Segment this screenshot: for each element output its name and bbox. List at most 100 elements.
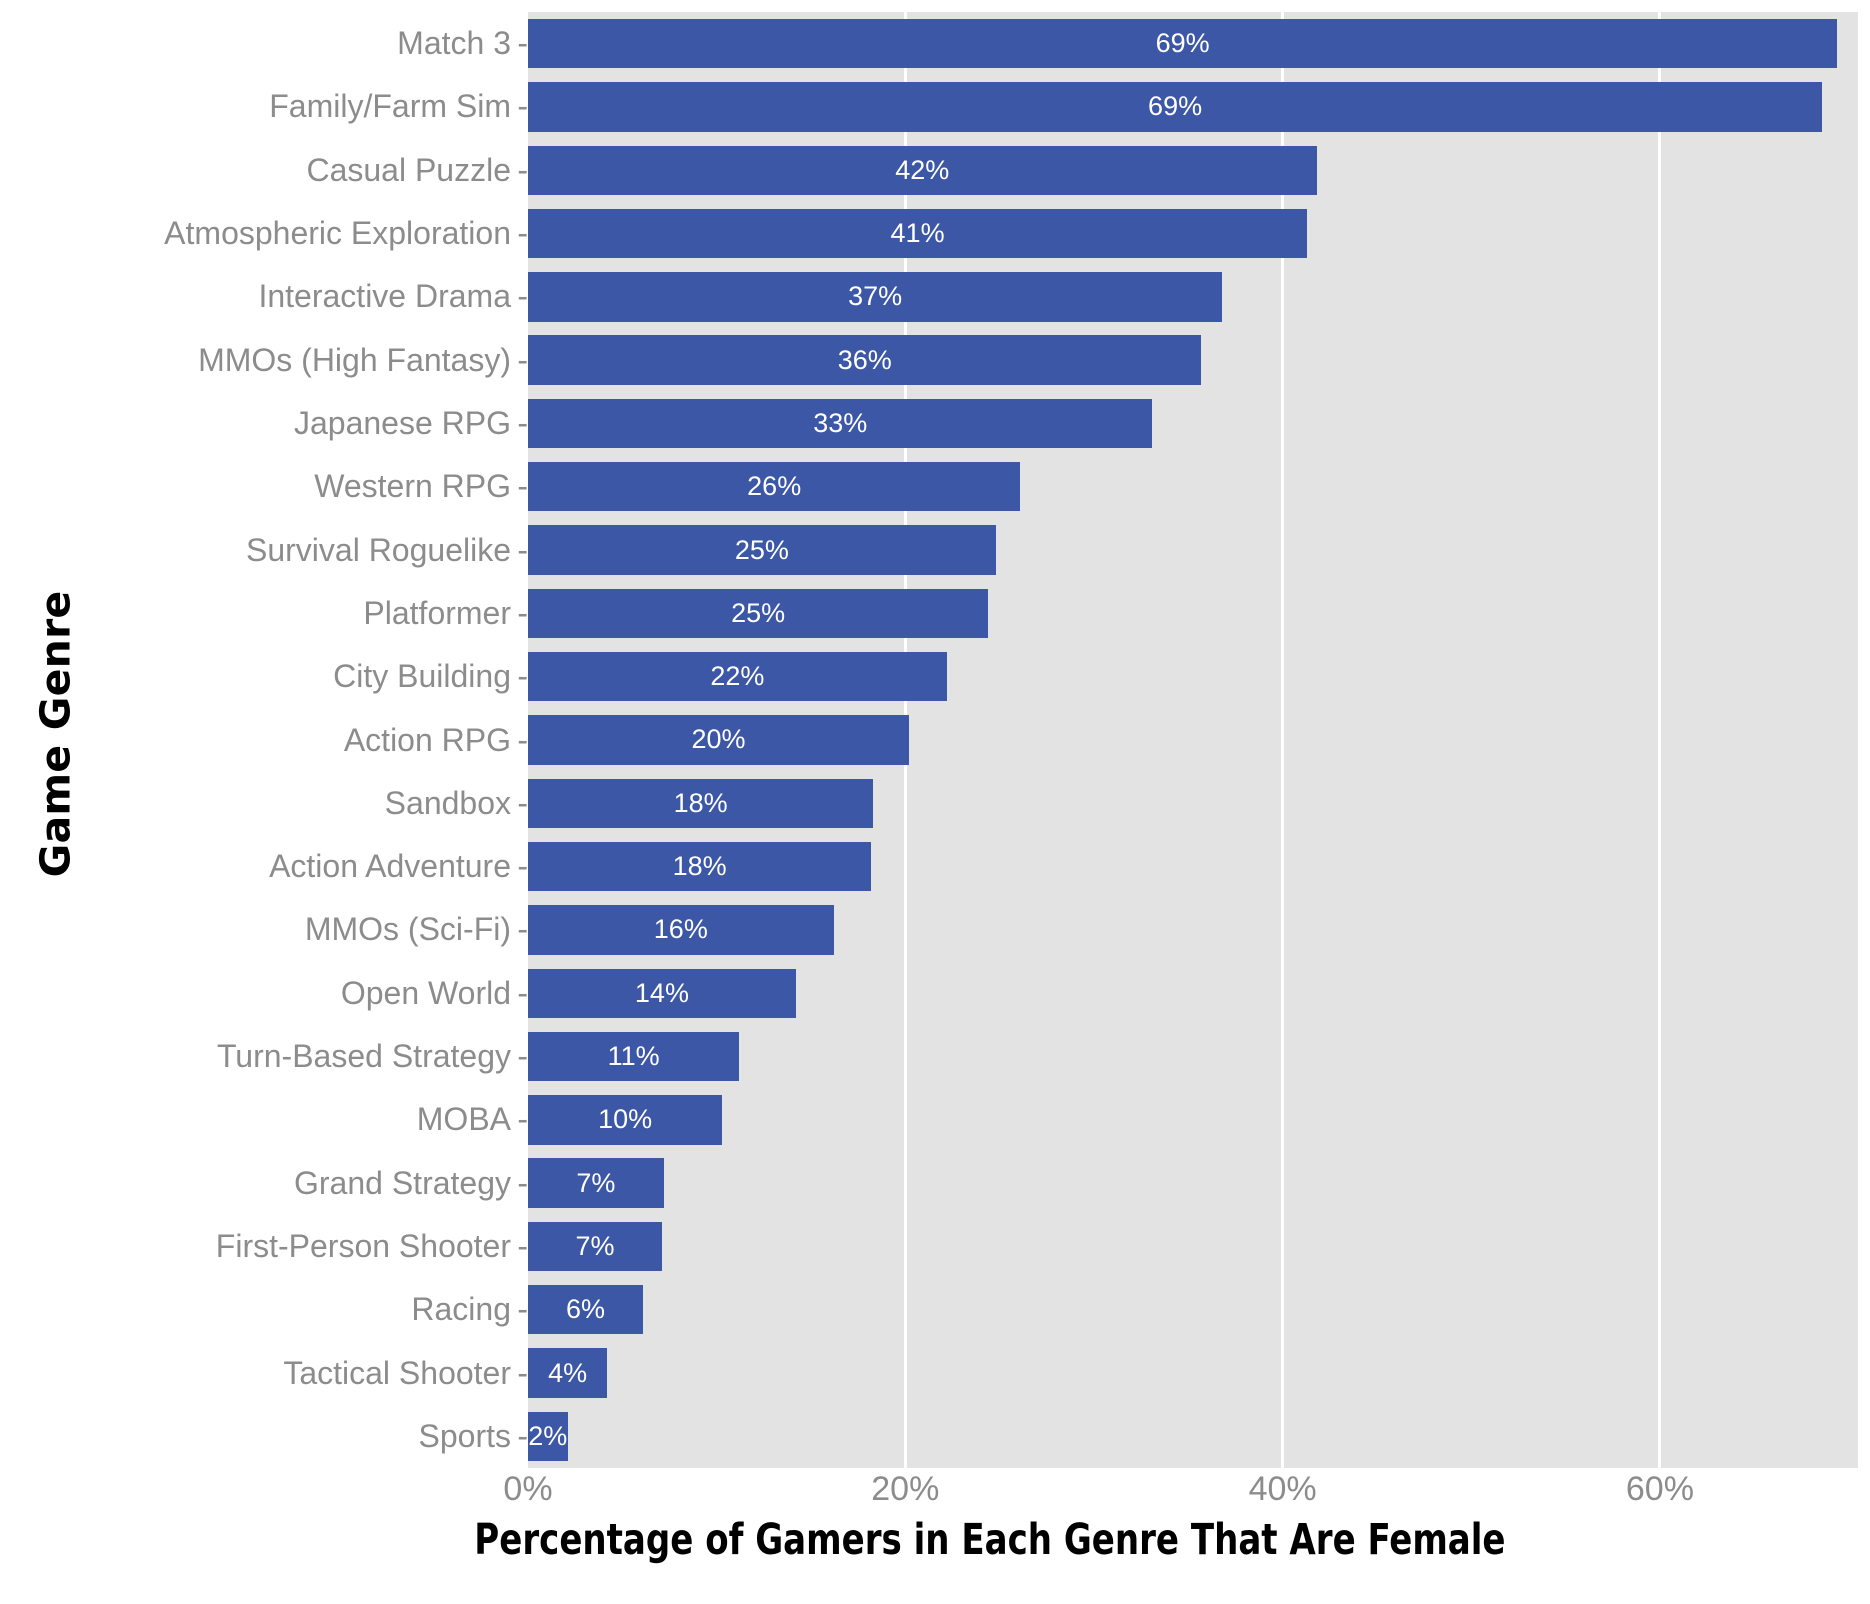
y-axis-tick-mark: - <box>517 151 528 188</box>
y-axis-tick-mark: - <box>517 25 528 62</box>
y-axis-tick-mark: - <box>517 1038 528 1075</box>
bar-row[interactable]: 7% <box>528 1221 1858 1272</box>
y-axis-tick-label: Action RPG <box>343 721 511 758</box>
y-axis-tick-interactive-drama: Interactive Drama - <box>258 273 528 321</box>
bar-value-label: 7% <box>575 1230 615 1261</box>
bar-row[interactable]: 69% <box>528 82 1858 132</box>
bar-row[interactable]: 25% <box>528 525 1858 575</box>
y-axis-tick-mark: - <box>517 658 528 695</box>
bar-value-label: 18% <box>673 787 728 818</box>
bar-row[interactable]: 33% <box>528 398 1858 449</box>
bar-row[interactable]: 10% <box>528 1095 1858 1145</box>
bar-row[interactable]: 26% <box>528 462 1858 512</box>
bar-row[interactable]: 11% <box>528 1031 1858 1082</box>
y-axis-tick-label: MMOs (High Fantasy) <box>198 341 511 378</box>
y-axis-tick-racing: Racing - <box>411 1286 528 1334</box>
y-axis-tick-first-person-shooter: First-Person Shooter - <box>216 1222 528 1270</box>
y-axis-tick-mark: - <box>517 215 528 252</box>
y-axis-tick-mmos-sci-fi: MMOs (Sci-Fi) - <box>305 906 528 954</box>
bar-value-label: 22% <box>710 661 765 692</box>
x-axis-tick-labels: 0% 20% 40% 60% <box>0 1470 1870 1526</box>
x-axis-tick-label: 60% <box>1625 1470 1694 1508</box>
bar-value-label: 25% <box>731 597 786 628</box>
y-axis-tick-mark: - <box>517 1101 528 1138</box>
bar-value-label: 25% <box>734 534 789 565</box>
bars-layer: 69% 69% 42% 41% 37% 36% 33% 26% 25% 25% 22% 20% 18% 1… <box>528 12 1858 1468</box>
y-axis-tick-atmospheric-exploration: Atmospheric Exploration - <box>164 210 528 258</box>
y-axis-tick-label: Racing <box>411 1291 511 1328</box>
bar-row[interactable]: 69% <box>528 18 1858 69</box>
bar-value-label: 42% <box>895 154 950 185</box>
y-axis-tick-action-adventure: Action Adventure - <box>269 843 528 891</box>
bar-value-label: 18% <box>672 851 727 882</box>
y-axis-tick-tactical-shooter: Tactical Shooter - <box>283 1349 528 1397</box>
bar-row[interactable]: 22% <box>528 652 1858 702</box>
bar-value-label: 16% <box>653 914 708 945</box>
x-axis-tick-label: 20% <box>871 1470 940 1508</box>
y-axis-tick-mark: - <box>517 1417 528 1454</box>
y-axis-tick-grand-strategy: Grand Strategy - <box>294 1159 528 1207</box>
y-axis-tick-label: Match 3 <box>397 25 511 62</box>
y-axis-tick-label: Action Adventure <box>269 848 511 885</box>
y-axis-tick-label: Tactical Shooter <box>283 1354 511 1391</box>
y-axis-tick-label: Turn-Based Strategy <box>216 1038 511 1075</box>
bar-value-label: 69% <box>1155 28 1210 59</box>
y-axis-tick-label: Survival Roguelike <box>245 531 511 568</box>
bar-value-label: 26% <box>747 471 802 502</box>
bar-value-label: 2% <box>528 1420 568 1451</box>
y-axis-tick-platformer: Platformer - <box>363 589 528 637</box>
y-axis-tick-open-world: Open World - <box>341 969 528 1017</box>
y-axis-tick-mark: - <box>517 1227 528 1264</box>
bar-value-label: 20% <box>691 724 746 755</box>
y-axis-tick-city-building: City Building - <box>333 653 528 701</box>
y-axis-tick-mark: - <box>517 594 528 631</box>
bar-row[interactable]: 25% <box>528 588 1858 639</box>
y-axis-tick-label: Japanese RPG <box>293 404 511 441</box>
bar-row[interactable]: 36% <box>528 335 1858 385</box>
bar-row[interactable]: 4% <box>528 1348 1858 1398</box>
y-axis-tick-survival-roguelike: Survival Roguelike - <box>246 526 528 574</box>
bar-value-label: 36% <box>837 344 892 375</box>
bar-chart-figure: Game Genre 69% 69% 42% 41% 37% 36% 33% 26% 25% 25… <box>0 0 1870 1604</box>
bar-row[interactable]: 18% <box>528 778 1858 828</box>
bar-row[interactable]: 2% <box>528 1411 1858 1462</box>
y-axis-tick-labels: Match 3- Family/Farm Sim - Casual Puzzle - At… <box>110 12 528 1468</box>
y-axis-tick-mark: - <box>517 974 528 1011</box>
y-axis-tick-label: First-Person Shooter <box>215 1227 511 1264</box>
x-axis-tick-label: 0% <box>503 1470 553 1508</box>
bar-row[interactable]: 37% <box>528 272 1858 322</box>
bar-row[interactable]: 42% <box>528 145 1858 195</box>
bar-row[interactable]: 6% <box>528 1285 1858 1335</box>
bar-value-label: 4% <box>548 1357 588 1388</box>
y-axis-tick-mark: - <box>517 911 528 948</box>
y-axis-tick-japanese-rpg: Japanese RPG - <box>294 399 528 447</box>
y-axis-title-text: Game Genre <box>31 590 79 878</box>
y-axis-tick-label: Sports <box>418 1417 511 1454</box>
y-axis-tick-mmos-high-fantasy: MMOs (High Fantasy) - <box>198 336 528 384</box>
y-axis-tick-label: Western RPG <box>314 468 511 505</box>
y-axis-tick-moba: MOBA - <box>417 1096 528 1144</box>
bar-row[interactable]: 18% <box>528 841 1858 892</box>
bar-row[interactable]: 14% <box>528 968 1858 1018</box>
bar-row[interactable]: 7% <box>528 1158 1858 1208</box>
y-axis-tick-mark: - <box>517 1291 528 1328</box>
y-axis-tick-mark: - <box>517 784 528 821</box>
y-axis-tick-turn-based-strategy: Turn-Based Strategy - <box>217 1033 528 1081</box>
bar-row[interactable]: 20% <box>528 715 1858 765</box>
y-axis-tick-label: Sandbox <box>384 784 511 821</box>
y-axis-tick-label: Platformer <box>363 594 511 631</box>
y-axis-title: Game Genre <box>0 0 110 1468</box>
y-axis-tick-action-rpg: Action RPG - <box>344 716 528 764</box>
y-axis-tick-western-rpg: Western RPG - <box>314 463 528 511</box>
y-axis-tick-match-3: Match 3- <box>397 20 528 68</box>
y-axis-tick-label: MMOs (Sci-Fi) <box>304 911 511 948</box>
y-axis-tick-mark: - <box>517 1354 528 1391</box>
bar-value-label: 10% <box>598 1104 653 1135</box>
bar-value-label: 69% <box>1148 91 1203 122</box>
y-axis-tick-family-farm-sim: Family/Farm Sim - <box>269 83 528 131</box>
y-axis-tick-mark: - <box>517 1164 528 1201</box>
bar-value-label: 41% <box>890 218 945 249</box>
bar-row[interactable]: 16% <box>528 905 1858 955</box>
bar-row[interactable]: 41% <box>528 208 1858 259</box>
bar-value-label: 7% <box>576 1167 616 1198</box>
